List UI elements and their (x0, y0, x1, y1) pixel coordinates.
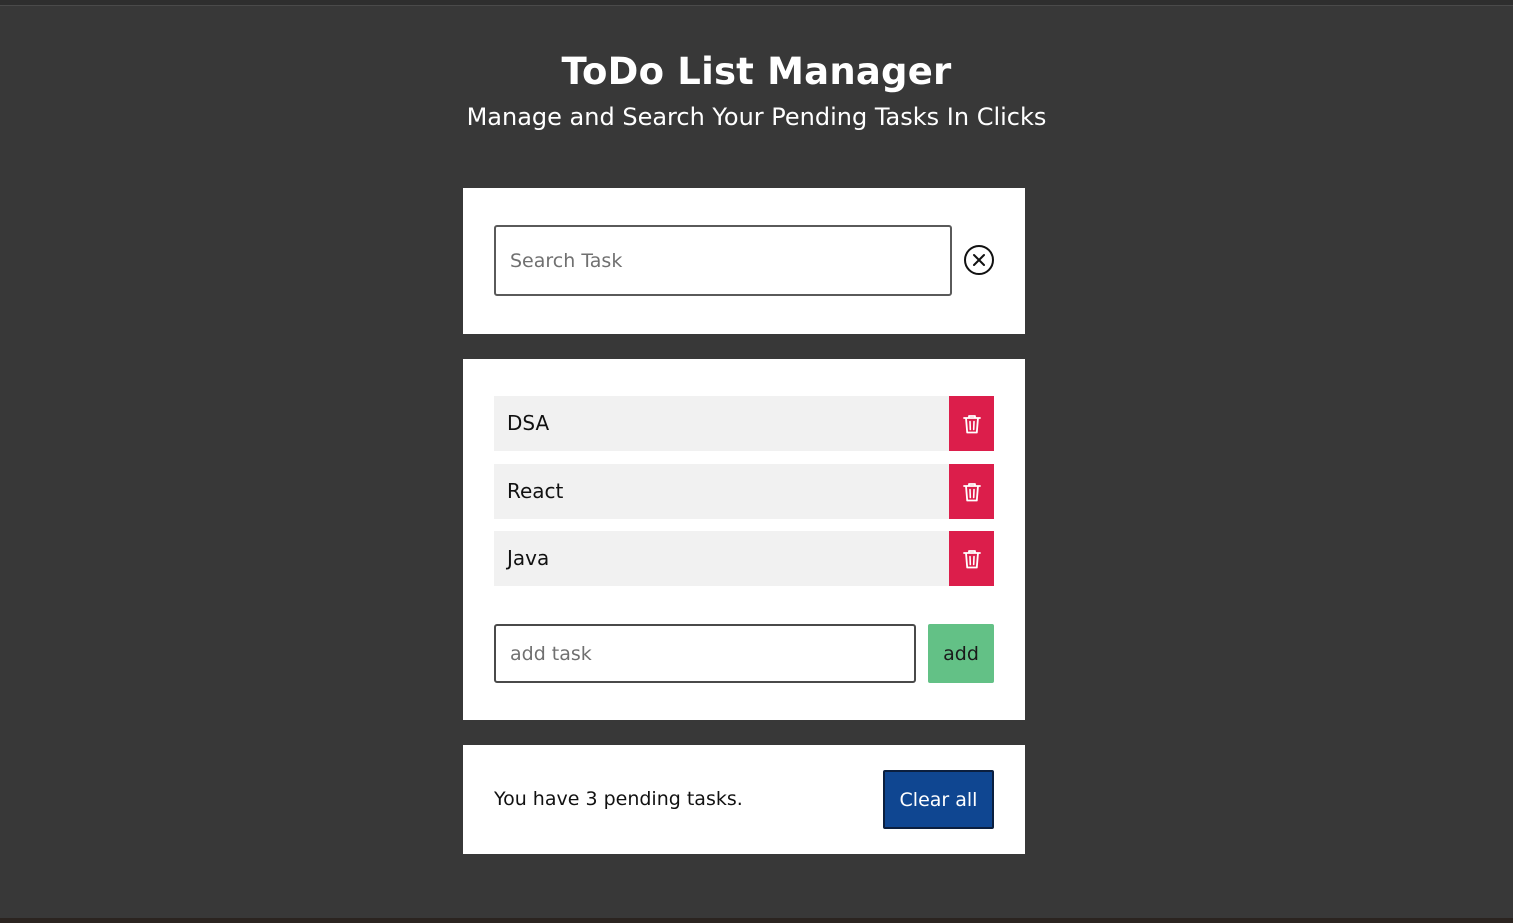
page-header: ToDo List Manager Manage and Search Your… (0, 46, 1513, 134)
page-subtitle: Manage and Search Your Pending Tasks In … (466, 103, 1047, 131)
task-list-card: DSA React Java add task add (463, 359, 1025, 720)
task-item: Java (494, 531, 994, 586)
pending-count-text: You have 3 pending tasks. (494, 788, 743, 810)
clear-all-button[interactable]: Clear all (883, 770, 994, 829)
clear-search-button[interactable] (963, 244, 995, 276)
circle-x-icon (964, 245, 994, 275)
delete-task-button[interactable] (949, 464, 994, 519)
page-title: ToDo List Manager (561, 50, 952, 93)
trash-icon (962, 414, 981, 433)
delete-task-button[interactable] (949, 531, 994, 586)
task-item: DSA (494, 396, 994, 451)
search-card (463, 188, 1025, 334)
window-top-edge (0, 0, 1513, 6)
trash-icon (962, 549, 981, 568)
task-label: DSA (507, 411, 550, 435)
task-label: React (507, 479, 564, 503)
search-input[interactable] (494, 225, 952, 296)
delete-task-button[interactable] (949, 396, 994, 451)
add-task-input[interactable] (494, 624, 916, 683)
task-label: Java (507, 546, 550, 570)
footer-card: You have 3 pending tasks. Clear all (463, 745, 1025, 854)
window-bottom-edge (0, 918, 1513, 923)
trash-icon (962, 482, 981, 501)
task-item: React (494, 464, 994, 519)
add-task-button[interactable]: add (928, 624, 994, 683)
